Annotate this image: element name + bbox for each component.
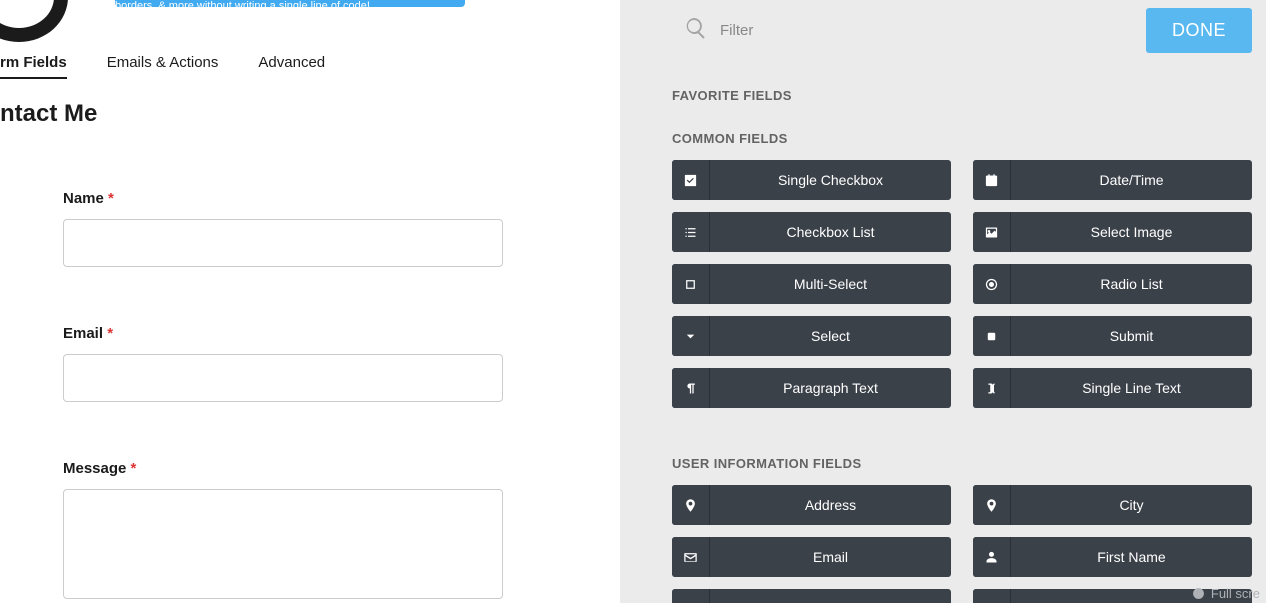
map-pin-icon (973, 485, 1011, 525)
field-type-date-time[interactable]: Date/Time (973, 160, 1252, 200)
field-type-label: City (1011, 485, 1252, 525)
field-type-label: Select (710, 316, 951, 356)
field-type-label: Checkbox List (710, 212, 951, 252)
field-type-address[interactable]: Address (672, 485, 951, 525)
pilcrow-icon (672, 368, 710, 408)
field-type-label: Submit (1011, 316, 1252, 356)
list-icon (672, 212, 710, 252)
field-name-input[interactable] (63, 219, 503, 267)
field-type-label: Email (710, 537, 951, 577)
field-type-select-image[interactable]: Select Image (973, 212, 1252, 252)
field-type-label: Paragraph Text (710, 368, 951, 408)
field-type-label: Select Image (1011, 212, 1252, 252)
field-name-label: Name * (63, 190, 503, 207)
field-type-select[interactable]: Select (672, 316, 951, 356)
square-icon (672, 264, 710, 304)
fullscreen-hint-label: Full scre (1211, 586, 1260, 601)
radio-icon (973, 264, 1011, 304)
field-type-single-line-text[interactable]: Single Line Text (973, 368, 1252, 408)
field-type-label: Radio List (1011, 264, 1252, 304)
section-user-info-fields: USER INFORMATION FIELDS (672, 456, 1252, 471)
promo-banner: borders, & more without writing a single… (115, 0, 465, 7)
field-email-input[interactable] (63, 354, 503, 402)
checkbox-checked-icon (672, 160, 710, 200)
done-button[interactable]: DONE (1146, 8, 1252, 53)
text-cursor-icon (973, 368, 1011, 408)
field-type-label: Date/Time (1011, 160, 1252, 200)
field-message-input[interactable] (63, 489, 503, 599)
field-type-label: Address (710, 485, 951, 525)
section-favorite-fields: FAVORITE FIELDS (672, 88, 1252, 103)
field-type-submit[interactable]: Submit (973, 316, 1252, 356)
builder-tabs: rm Fields Emails & Actions Advanced (0, 54, 325, 79)
field-type-email[interactable]: Email (672, 537, 951, 577)
square-filled-icon (973, 316, 1011, 356)
tab-form-fields[interactable]: rm Fields (0, 54, 67, 79)
form-preview: Name * Email * Message * (63, 190, 503, 603)
field-type-label: Single Checkbox (710, 160, 951, 200)
field-type-radio-list[interactable]: Radio List (973, 264, 1252, 304)
section-common-fields: COMMON FIELDS (672, 131, 1252, 146)
field-type-label: First Name (1011, 537, 1252, 577)
field-email[interactable]: Email * (63, 325, 503, 402)
tab-advanced[interactable]: Advanced (258, 54, 325, 79)
field-type-city[interactable]: City (973, 485, 1252, 525)
chevron-down-icon (672, 316, 710, 356)
field-type-checkbox-list[interactable]: Checkbox List (672, 212, 951, 252)
common-fields-grid: Single Checkbox Date/Time Checkbox List Sel… (672, 160, 1252, 408)
calendar-icon (973, 160, 1011, 200)
field-name[interactable]: Name * (63, 190, 503, 267)
search-icon (684, 16, 708, 45)
field-type-paragraph-text[interactable]: Paragraph Text (672, 368, 951, 408)
field-type-label: Multi-Select (710, 264, 951, 304)
user-info-fields-grid: AddressCityEmailFirst NameLast NameCount… (672, 485, 1252, 603)
field-email-label: Email * (63, 325, 503, 342)
tab-emails-actions[interactable]: Emails & Actions (107, 54, 219, 79)
arrow-left-circle-icon (1192, 587, 1205, 600)
field-type-multi-select[interactable]: Multi-Select (672, 264, 951, 304)
field-message[interactable]: Message * (63, 460, 503, 603)
map-pin-icon (672, 485, 710, 525)
user-icon (973, 537, 1011, 577)
field-message-label: Message * (63, 460, 503, 477)
field-type-first-name[interactable]: First Name (973, 537, 1252, 577)
fullscreen-hint[interactable]: Full scre (1192, 586, 1260, 601)
field-type-single-checkbox[interactable]: Single Checkbox (672, 160, 951, 200)
envelope-icon (672, 537, 710, 577)
field-type-label: Last Name (710, 589, 951, 603)
form-title[interactable]: ntact Me (0, 100, 97, 128)
globe-icon (973, 589, 1011, 603)
user-icon (672, 589, 710, 603)
field-type-label: Single Line Text (1011, 368, 1252, 408)
logo-partial (0, 0, 68, 42)
filter-input[interactable] (720, 22, 920, 39)
image-icon (973, 212, 1011, 252)
field-type-last-name[interactable]: Last Name (672, 589, 951, 603)
